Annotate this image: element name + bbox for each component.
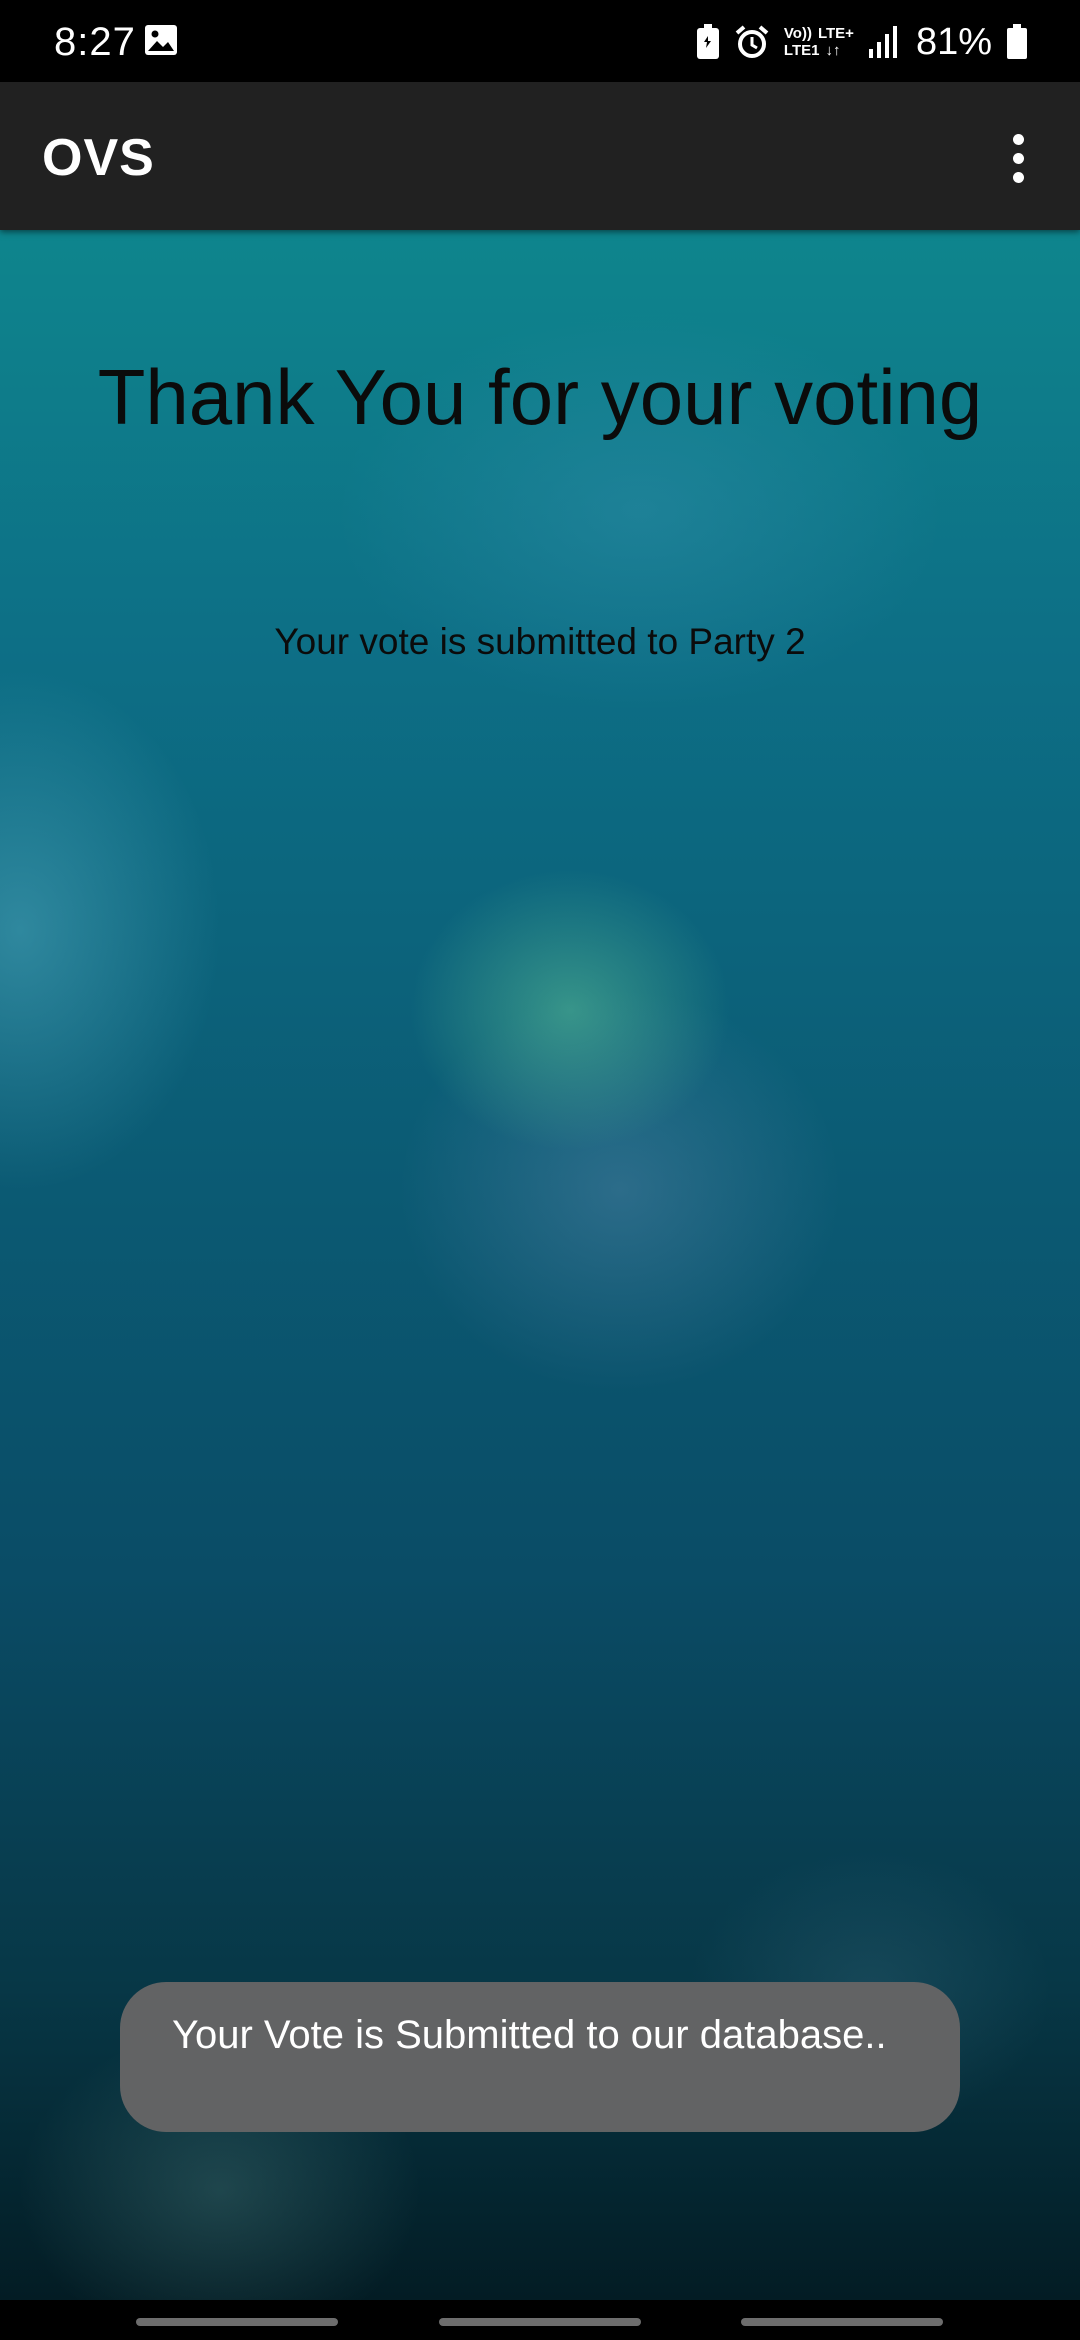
battery-saver-icon: [696, 24, 719, 59]
thank-you-heading: Thank You for your voting: [97, 353, 983, 441]
battery-icon: [1007, 24, 1027, 59]
status-icons: Vo)) LTE+ LTE1 ↓↑ 81%: [696, 18, 1028, 66]
toast-message: Your Vote is Submitted to our database..: [120, 1982, 960, 2132]
data-arrows-icon: ↓↑: [825, 42, 841, 59]
vote-confirmation-message: Your vote is submitted to Party 2: [274, 621, 806, 662]
screen: 8:27 Vo)) LTE+ LTE1 ↓↑ 81% OVS Thank You…: [0, 0, 1080, 2340]
more-vert-icon: [1012, 133, 1024, 145]
lte1-label: LTE1: [783, 42, 820, 59]
lte-plus-label: LTE+: [817, 25, 854, 42]
more-vert-icon-dot: [1012, 152, 1024, 164]
status-bar: 8:27 Vo)) LTE+ LTE1 ↓↑ 81%: [0, 0, 1080, 82]
app-title: OVS: [42, 129, 155, 187]
more-vert-icon-dot: [1012, 171, 1024, 183]
overflow-menu-button[interactable]: [990, 122, 1046, 194]
network-type-indicator: Vo)) LTE+ LTE1 ↓↑: [784, 25, 854, 59]
navigation-bar: [0, 2300, 1080, 2340]
nav-gesture-right[interactable]: [741, 2318, 943, 2326]
volte-label: Vo)): [783, 25, 812, 42]
nav-gesture-left[interactable]: [136, 2318, 338, 2326]
status-time: 8:27: [54, 20, 136, 64]
signal-icon: [868, 26, 897, 58]
battery-percent: 81%: [915, 21, 992, 63]
gallery-notification-icon: [145, 25, 177, 55]
nav-gesture-home[interactable]: [439, 2318, 641, 2326]
app-bar: OVS: [0, 82, 1080, 230]
alarm-icon: [735, 25, 769, 58]
